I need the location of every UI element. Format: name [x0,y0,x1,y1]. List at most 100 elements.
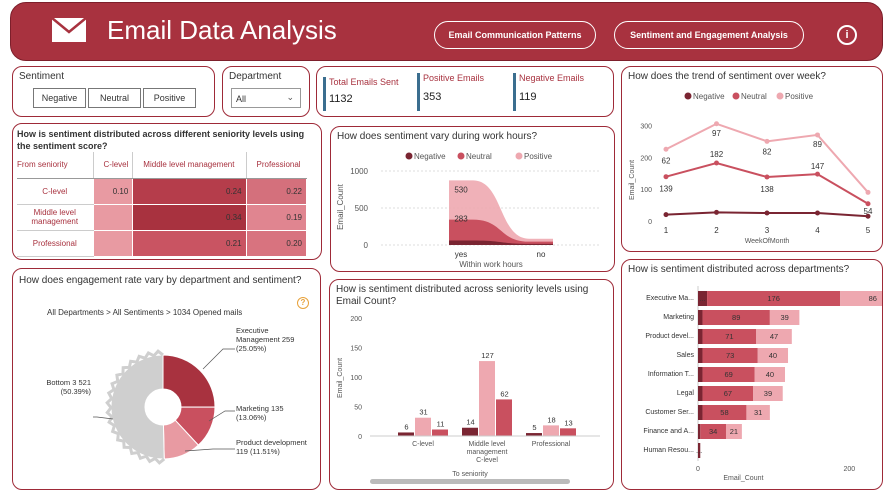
bar-neutral [496,399,512,436]
data-label: 6 [404,422,408,431]
data-label: 11 [437,420,445,429]
sentiment-slicer-label: Sentiment [19,71,65,82]
data-label: 58 [720,408,728,417]
legend-marker [732,92,740,100]
y-tick-label: Finance and A... [643,428,694,435]
label-executive: Management 259 [236,335,294,344]
label-marketing: (13.06%) [236,413,267,422]
matrix-row-header: Professional [17,230,93,257]
data-point [663,212,669,218]
matrix-cell: 0.20 [245,229,308,257]
y-tick-label: Information T... [648,371,694,378]
slicer-option-positive[interactable]: Positive [143,88,196,108]
y-tick-label: 200 [640,155,652,162]
y-tick-label: Customer Ser... [645,409,694,416]
y-tick-label: Marketing [663,314,694,321]
department-bar-panel: How is sentiment distributed across depa… [621,259,883,490]
engagement-breadcrumb: All Departments > All Sentiments > 1034 … [47,308,243,317]
matrix-col-header: C-level [92,152,133,179]
data-label: 139 [659,185,673,194]
series-line-positive [665,122,869,193]
slicer-option-negative[interactable]: Negative [33,88,86,108]
seniority-bar-chart: 0 50 100 150 200 Email_Count 6 14 5 31 127 18 11 62 13… [337,316,600,478]
work-hours-title: How does sentiment vary during work hour… [337,131,538,142]
x-tick-label: 1 [664,226,669,235]
legend-marker [684,92,692,100]
slicer-option-neutral[interactable]: Neutral [88,88,141,108]
data-label: 18 [547,415,555,424]
data-point [865,189,871,195]
x-tick-label: 2 [714,226,719,235]
seniority-bar-title: How is sentiment distributed across seni… [336,284,589,307]
legend-label: Neutral [741,92,767,101]
help-icon[interactable]: ? [297,297,309,309]
matrix-cell [92,229,134,257]
data-point [663,146,669,152]
bar-negative [462,427,478,436]
department-bar-title: How is sentiment distributed across depa… [628,264,850,275]
data-label: 62 [662,156,671,165]
legend-marker [405,152,413,160]
x-tick-label: 200 [843,466,855,473]
label-bottom-3: Bottom 3 521 [46,378,91,387]
data-point [865,201,871,207]
data-point [764,138,770,144]
x-axis-label: To seniority [452,471,488,478]
sentiment-engagement-button[interactable]: Sentiment and Engagement Analysis [614,21,804,49]
week-trend-chart: Negative Neutral Positive 0 100 200 300 Email_C… [629,92,873,245]
y-tick-label: 300 [640,123,652,130]
data-label: 97 [712,129,721,138]
matrix-cell: 0.34 [132,203,247,231]
matrix-cell [92,203,134,231]
bar-negative [698,424,701,439]
data-label: 176 [767,294,780,303]
data-point [815,171,820,177]
data-label: 89 [813,140,822,149]
x-tick-label: 4 [815,226,820,235]
data-label: 39 [780,313,788,322]
week-trend-title: How does the trend of sentiment over wee… [628,71,826,82]
department-dropdown-value: All [236,94,247,104]
data-point [663,174,669,180]
matrix-cell: 0.22 [245,177,308,205]
department-bar-chart: Executive Ma...... 176 86 Marketing 89 39 Prod… [643,286,882,482]
kpi-negative: Negative Emails 119 [513,73,584,111]
matrix-col-header: Middle level management [132,152,247,179]
data-label: 21 [730,427,738,436]
x-tick-label: Middle level [469,441,506,448]
data-label: 127 [481,351,494,360]
data-point [714,209,719,215]
x-tick-label: C-level [412,441,434,448]
y-tick-label: 150 [350,346,362,353]
envelope-icon [51,17,87,42]
week-trend-panel: How does the trend of sentiment over wee… [621,66,883,252]
data-label: 40 [766,370,774,379]
email-patterns-button[interactable]: Email Communication Patterns [434,21,596,49]
x-axis-label: Within work hours [459,260,523,269]
legend-label: Positive [785,92,814,101]
seniority-bar-panel: How is sentiment distributed across seni… [329,279,614,490]
matrix-row-header: Middle level management [17,204,93,231]
info-icon[interactable]: i [837,25,857,45]
leader-line [202,348,235,370]
horizontal-scrollbar[interactable] [370,479,570,484]
department-dropdown[interactable]: All ⌄ [231,88,301,108]
kpi-negative-label: Negative Emails [519,73,585,83]
kpi-positive: Positive Emails 353 [417,73,484,111]
legend-label: Negative [693,92,725,101]
data-label: 34 [709,427,717,436]
data-label: 54 [864,207,873,216]
data-label: 71 [725,332,733,341]
data-label: 283 [454,215,468,224]
matrix-row-header: C-level [17,178,93,205]
x-axis-label: Email_Count [723,475,763,482]
label-marketing: Marketing 135 [236,404,284,413]
y-tick-label: Product devel... [645,333,694,340]
kpi-panel: Total Emails Sent 1132 Positive Emails 3… [316,66,614,117]
matrix-cell: 0.21 [132,229,247,257]
y-axis-label: Email_Count [336,183,345,230]
label-product-development: Product development [236,438,308,447]
data-label: 147 [811,162,825,171]
bar-negative [698,386,703,401]
data-label: ... [699,294,705,303]
